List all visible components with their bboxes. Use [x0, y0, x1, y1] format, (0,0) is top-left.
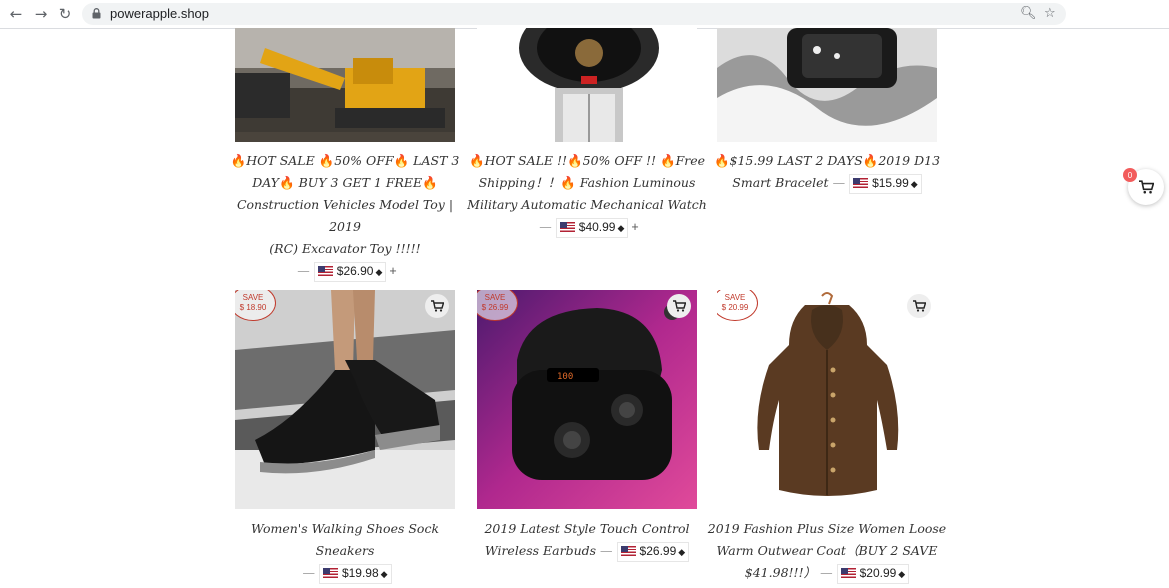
sort-arrows-icon: ◆ — [898, 568, 906, 579]
price-separator: — — [539, 219, 552, 234]
cart-icon — [672, 300, 686, 312]
product-info: Women's Walking Shoes Sock Sneakers — $19… — [223, 518, 467, 584]
price-separator: — — [600, 543, 613, 558]
smart-bracelet-image — [717, 28, 937, 142]
product-price: $26.90 — [336, 263, 374, 278]
fire-icon: 🔥 — [862, 153, 879, 168]
fire-icon: 🔥 — [468, 153, 485, 168]
product-info: 🔥$15.99 LAST 2 DAYS🔥2019 D13 Smart Brace… — [705, 150, 949, 194]
reload-icon[interactable]: ↻ — [55, 4, 75, 24]
price-line: — $26.90 ◆ + — [223, 260, 467, 282]
us-flag-icon — [853, 178, 869, 189]
fire-icon: 🔥 — [560, 175, 576, 190]
price-separator: — — [820, 565, 833, 580]
plush-coat-image — [717, 290, 937, 509]
product-image[interactable]: SAVE $ 18.90 — [235, 290, 455, 509]
fire-icon: 🔥 — [318, 153, 335, 168]
back-arrow-icon[interactable]: ← — [6, 4, 26, 24]
product-image[interactable] — [717, 28, 937, 142]
zoom-icon[interactable]: 🔍︎ — [1020, 6, 1037, 21]
sort-arrows-icon: ◆ — [375, 266, 383, 277]
plus-icon: + — [389, 264, 397, 278]
fire-icon: 🔥 — [713, 153, 730, 168]
us-flag-icon — [317, 266, 333, 277]
lock-icon — [92, 8, 101, 19]
price-separator: — — [302, 565, 315, 580]
cart-count-badge: 0 — [1123, 168, 1137, 182]
currency-selector[interactable]: $19.98 ◆ — [318, 563, 392, 584]
product-image[interactable]: SAVE $ 20.99 — [717, 290, 937, 509]
product-info: 🔥HOT SALE 🔥50% OFF🔥 LAST 3 DAY🔥 BUY 3 GE… — [223, 150, 467, 282]
fire-icon: 🔥 — [422, 175, 438, 190]
price-line: — $40.99 ◆ + — [465, 216, 709, 238]
product-title[interactable]: 🔥HOT SALE !!🔥50% OFF !! 🔥Free Shipping！！… — [465, 150, 709, 216]
currency-selector[interactable]: $15.99 ◆ — [849, 173, 922, 194]
mechanical-watch-image — [477, 28, 697, 142]
product-info: 2019 Fashion Plus Size Women Loose Warm … — [705, 518, 949, 584]
cart-icon — [1138, 180, 1154, 194]
currency-selector[interactable]: $26.90 ◆ — [313, 261, 387, 282]
svg-text:100: 100 — [557, 372, 573, 382]
price-separator: — — [297, 263, 310, 278]
excavator-toy-image — [235, 28, 455, 142]
cart-icon — [912, 300, 926, 312]
price-separator: — — [832, 175, 846, 190]
wireless-earbuds-image: 100 — [477, 290, 697, 509]
product-card[interactable]: 🔥HOT SALE 🔥50% OFF🔥 LAST 3 DAY🔥 BUY 3 GE… — [231, 28, 459, 282]
product-info: 🔥HOT SALE !!🔥50% OFF !! 🔥Free Shipping！！… — [465, 150, 709, 238]
sort-arrows-icon: ◆ — [617, 222, 625, 233]
sort-arrows-icon: ◆ — [380, 568, 388, 579]
product-card[interactable]: SAVE $ 20.99 2019 Fashion Plus Size Wome… — [708, 290, 946, 584]
currency-selector[interactable]: $40.99 ◆ — [555, 217, 629, 238]
add-to-cart-button[interactable] — [907, 294, 931, 318]
product-title[interactable]: Women's Walking Shoes Sock Sneakers — [223, 518, 467, 562]
us-flag-icon — [620, 546, 636, 557]
fire-icon: 🔥 — [393, 153, 410, 168]
product-title[interactable]: 2019 Fashion Plus Size Women Loose Warm … — [705, 518, 949, 584]
product-card[interactable]: 100 SAVE $ 26.99 2019 Latest Style Touch… — [477, 290, 697, 580]
product-info: 2019 Latest Style Touch Control Wireless… — [465, 518, 709, 562]
sock-sneakers-image — [235, 290, 455, 509]
product-image[interactable] — [235, 28, 455, 142]
product-price: $40.99 — [578, 219, 616, 234]
product-image[interactable] — [477, 28, 697, 142]
us-flag-icon — [322, 568, 338, 579]
product-card[interactable]: 🔥$15.99 LAST 2 DAYS🔥2019 D13 Smart Brace… — [714, 28, 940, 258]
fire-icon: 🔥 — [659, 153, 676, 168]
fire-icon: 🔥 — [230, 153, 247, 168]
product-title[interactable]: 2019 Latest Style Touch Control Wireless… — [465, 518, 709, 562]
product-price: $15.99 — [872, 175, 909, 190]
sort-arrows-icon: ◆ — [678, 546, 686, 557]
product-image[interactable]: 100 SAVE $ 26.99 — [477, 290, 697, 509]
product-card[interactable]: SAVE $ 18.90 Women's Walking Shoes Sock … — [235, 290, 455, 584]
fire-icon: 🔥 — [279, 175, 295, 190]
product-price: $19.98 — [341, 565, 379, 580]
sort-arrows-icon: ◆ — [910, 178, 918, 189]
plus-icon: + — [631, 220, 639, 234]
add-to-cart-button[interactable] — [425, 294, 449, 318]
product-price: $20.99 — [859, 565, 897, 580]
product-title[interactable]: 🔥$15.99 LAST 2 DAYS🔥2019 D13 Smart Brace… — [705, 150, 949, 194]
url-text[interactable]: powerapple.shop — [110, 6, 209, 21]
product-title[interactable]: 🔥HOT SALE 🔥50% OFF🔥 LAST 3 DAY🔥 BUY 3 GE… — [223, 150, 467, 260]
address-bar[interactable]: powerapple.shop 🔍︎ ☆ — [82, 3, 1066, 25]
us-flag-icon — [559, 222, 575, 233]
browser-toolbar: ← → ↻ powerapple.shop 🔍︎ ☆ — [0, 0, 1169, 29]
product-card[interactable]: 🔥HOT SALE !!🔥50% OFF !! 🔥Free Shipping！！… — [467, 28, 707, 258]
bookmark-star-icon[interactable]: ☆ — [1044, 6, 1056, 21]
currency-selector[interactable]: $26.99 ◆ — [616, 541, 690, 562]
product-price: $26.99 — [639, 543, 677, 558]
currency-selector[interactable]: $20.99 ◆ — [836, 563, 910, 584]
price-line: — $19.98 ◆ — [223, 562, 467, 584]
fire-icon: 🔥 — [567, 153, 583, 168]
forward-arrow-icon[interactable]: → — [31, 4, 51, 24]
us-flag-icon — [840, 568, 856, 579]
add-to-cart-button[interactable] — [667, 294, 691, 318]
cart-icon — [430, 300, 444, 312]
